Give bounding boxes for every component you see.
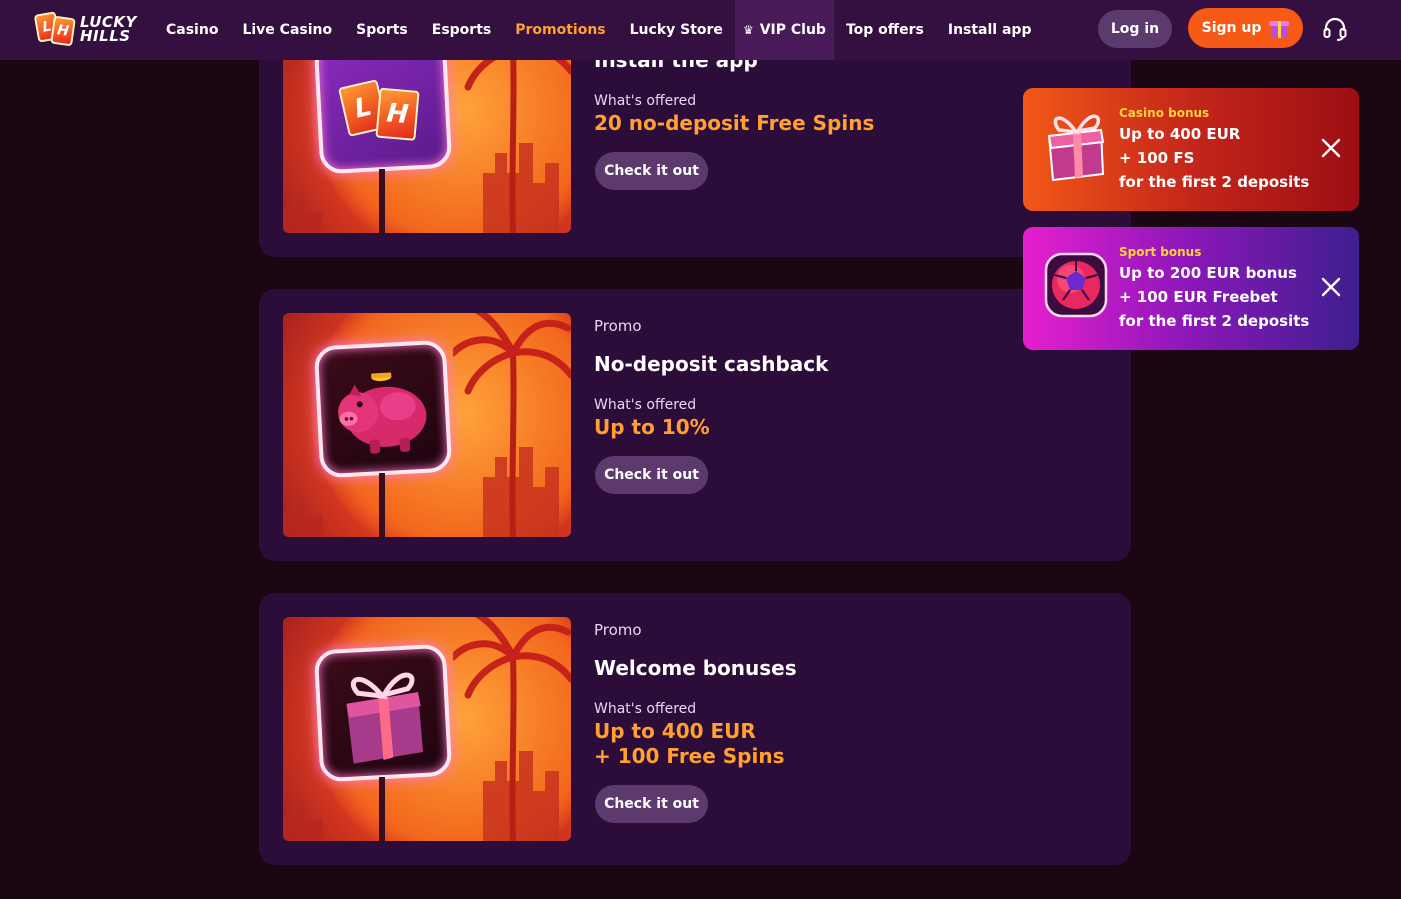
main-nav: Casino Live Casino Sports Esports Promot… — [154, 0, 1043, 60]
signup-button-label: Sign up — [1201, 20, 1262, 36]
check-it-out-button[interactable]: Check it out — [595, 152, 708, 190]
headset-support-icon[interactable] — [1322, 16, 1348, 42]
sport-bonus-toast[interactable]: Sport bonus Up to 200 EUR bonus + 100 EU… — [1023, 227, 1359, 350]
toast-kicker: Casino bonus — [1119, 106, 1210, 120]
check-it-out-button[interactable]: Check it out — [595, 785, 708, 823]
offer-label: What's offered — [594, 93, 697, 109]
check-it-out-button[interactable]: Check it out — [595, 456, 708, 494]
offer-value-line-1: Up to 400 EUR — [594, 719, 756, 743]
logo-text-bottom: HILLS — [80, 27, 131, 45]
close-icon[interactable] — [1321, 277, 1341, 297]
top-header: L H LUCKY HILLS Casino Live Casino Sport… — [0, 0, 1401, 60]
toast-line-2: + 100 EUR Freebet — [1119, 288, 1278, 306]
promo-card-title: Welcome bonuses — [594, 656, 797, 680]
nav-item-install-app[interactable]: Install app — [936, 0, 1044, 60]
casino-bonus-toast[interactable]: Casino bonus Up to 400 EUR + 100 FS for … — [1023, 88, 1359, 211]
piggy-bank-icon — [313, 339, 453, 479]
promo-card-welcome-bonuses: Promo Welcome bonuses What's offered Up … — [259, 593, 1131, 865]
palm-tree-icon — [453, 313, 571, 537]
nav-item-casino[interactable]: Casino — [154, 0, 230, 60]
toast-kicker: Sport bonus — [1119, 245, 1202, 259]
crown-icon: ♛ — [742, 23, 754, 37]
offer-label: What's offered — [594, 397, 697, 413]
soccer-ball-icon — [1044, 252, 1108, 318]
promo-card-kicker: Promo — [594, 621, 642, 639]
gift-box-icon — [1047, 114, 1105, 182]
toast-line-3: for the first 2 deposits — [1119, 173, 1310, 191]
nav-item-vip-club[interactable]: ♛ VIP Club — [734, 0, 834, 60]
promo-card-image — [283, 617, 571, 841]
nav-item-esports[interactable]: Esports — [420, 0, 503, 60]
close-icon[interactable] — [1321, 138, 1341, 158]
nav-item-sports[interactable]: Sports — [344, 0, 420, 60]
lucky-hills-logo[interactable]: L H LUCKY HILLS — [33, 11, 137, 47]
nav-item-promotions[interactable]: Promotions — [503, 0, 617, 60]
promo-card-image — [283, 313, 571, 537]
nav-item-lucky-store[interactable]: Lucky Store — [618, 0, 735, 60]
offer-value: 20 no-deposit Free Spins — [594, 111, 875, 135]
offer-label: What's offered — [594, 701, 697, 717]
nav-item-vip-club-label: VIP Club — [759, 22, 826, 38]
gift-icon — [1269, 17, 1290, 39]
logo-badge-icon: L H — [33, 11, 76, 47]
promo-card-no-deposit-cashback: Promo No-deposit cashback What's offered… — [259, 289, 1131, 561]
signup-button[interactable]: Sign up — [1188, 8, 1303, 48]
promo-card-kicker: Promo — [594, 317, 642, 335]
toast-line-1: Up to 200 EUR bonus — [1119, 264, 1297, 282]
offer-value: Up to 10% — [594, 415, 710, 439]
offer-value-line-2: + 100 Free Spins — [594, 744, 785, 768]
palm-tree-icon — [453, 617, 571, 841]
gift-box-icon — [313, 643, 453, 783]
promo-card-title: No-deposit cashback — [594, 352, 829, 376]
nav-item-top-offers[interactable]: Top offers — [834, 0, 936, 60]
toast-line-1: Up to 400 EUR — [1119, 125, 1241, 143]
toast-line-3: for the first 2 deposits — [1119, 312, 1310, 330]
nav-item-live-casino[interactable]: Live Casino — [230, 0, 344, 60]
toast-line-2: + 100 FS — [1119, 149, 1195, 167]
login-button[interactable]: Log in — [1098, 10, 1172, 48]
